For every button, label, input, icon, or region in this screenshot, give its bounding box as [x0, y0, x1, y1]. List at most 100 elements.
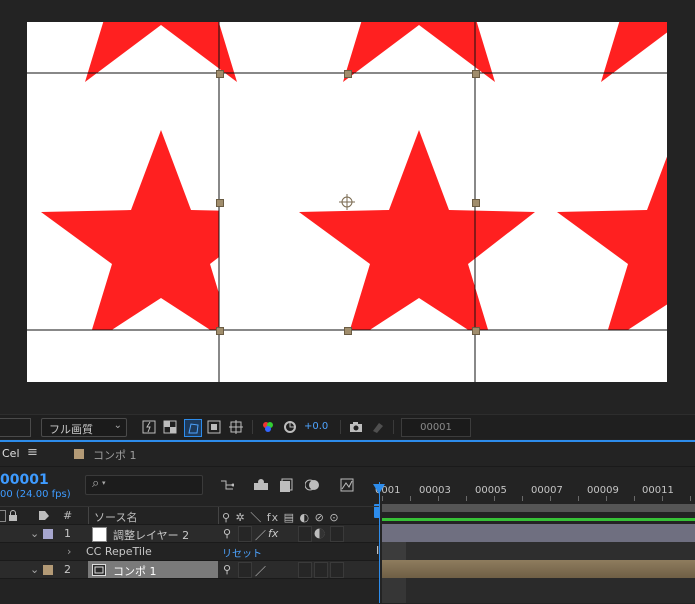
column-divider — [88, 507, 89, 524]
ruler-tick — [438, 496, 439, 501]
label-tag-icon[interactable] — [38, 510, 50, 521]
motion-blur-icon[interactable] — [304, 478, 319, 492]
ruler-tick — [578, 496, 579, 501]
chevron-down-icon: ▾ — [102, 479, 106, 487]
ruler-tick — [410, 496, 411, 501]
layer-column-header: # ソース名 ⚲ ✲ ＼ fx ▤ ◐ ⊘ ⊙ — [0, 506, 380, 524]
search-icon: ⌕ — [92, 476, 100, 491]
expand-chevron-icon[interactable]: ⌄ — [30, 527, 39, 540]
ruler-label: 00007 — [531, 485, 563, 496]
layer-row-1[interactable]: ⌄ 1 調整レイヤー 2 ⚲ ／ fx — [0, 524, 380, 543]
switches-header: ⚲ ✲ ＼ fx ▤ ◐ ⊘ ⊙ — [222, 511, 340, 524]
shy-layers-icon[interactable] — [253, 478, 269, 492]
switch-cell[interactable] — [238, 562, 252, 578]
transparency-grid-icon[interactable] — [162, 419, 178, 435]
transform-handle[interactable] — [216, 70, 224, 78]
adjustment-switch-icon[interactable] — [314, 528, 325, 539]
toolbar-divider — [340, 420, 341, 434]
current-time-display[interactable]: 00001 — [0, 472, 49, 488]
graph-editor-icon[interactable] — [340, 478, 354, 492]
ruler-tick — [634, 496, 635, 501]
transform-handle[interactable] — [472, 70, 480, 78]
empty-track — [382, 578, 695, 603]
star-shape — [299, 130, 535, 346]
ruler-label: 00005 — [475, 485, 507, 496]
frame-rate-display: 00 (24.00 fps) — [0, 489, 71, 500]
composition-viewer[interactable] — [0, 0, 695, 414]
switch-cell[interactable] — [330, 526, 344, 542]
color-channels-icon[interactable] — [260, 419, 276, 435]
playhead-handle[interactable] — [373, 484, 385, 494]
frame-blending-icon[interactable] — [279, 478, 293, 492]
toolbar-divider — [393, 420, 394, 434]
work-area-bar[interactable] — [382, 504, 695, 512]
playhead-line[interactable] — [379, 482, 380, 603]
panel-menu-icon[interactable]: ≡ — [27, 445, 38, 460]
ruler-tick — [494, 496, 495, 501]
comp-icon — [92, 564, 106, 576]
layer-label-color[interactable] — [43, 565, 53, 575]
layer-name[interactable]: コンポ 1 — [113, 563, 157, 579]
transform-handle[interactable] — [216, 199, 224, 207]
transform-handle[interactable] — [472, 327, 480, 335]
panel-tab-label[interactable]: Cel — [2, 447, 20, 460]
shy-switch-icon[interactable]: ⚲ — [223, 527, 231, 540]
comp-color-label — [74, 449, 84, 459]
layer-name[interactable]: 調整レイヤー 2 — [113, 527, 189, 543]
empty-layer-area — [0, 578, 380, 604]
switch-cell[interactable] — [238, 526, 252, 542]
effect-track-segment — [382, 542, 406, 560]
star-shape — [41, 130, 219, 330]
quality-switch-icon[interactable]: ／ — [255, 563, 266, 579]
transform-handle[interactable] — [344, 327, 352, 335]
comp-tab-label[interactable]: コンポ 1 — [93, 447, 137, 463]
layer-duration-bar-green — [382, 518, 695, 521]
composition-canvas[interactable] — [27, 22, 667, 382]
layer-row-2[interactable]: ⌄ 2 コンポ 1 ⚲ ／ — [0, 560, 380, 579]
source-name-header[interactable]: ソース名 — [94, 509, 137, 525]
effect-switch-icon[interactable]: fx — [268, 527, 278, 540]
switch-cell[interactable] — [330, 562, 344, 578]
layer-1-track-bar[interactable] — [382, 524, 695, 542]
ruler-tick — [550, 496, 551, 501]
current-frame-field[interactable]: 00001 — [401, 418, 471, 437]
time-ruler[interactable]: 0001 00003 00005 00007 00009 00011 — [374, 475, 695, 501]
grid-guides-icon[interactable] — [228, 419, 244, 435]
layer-number: 1 — [64, 527, 71, 540]
quality-switch-icon[interactable]: ／ — [255, 527, 266, 543]
timeline-tab-row: Cel ≡ コンポ 1 — [0, 442, 695, 467]
layer-number-header: # — [63, 509, 73, 522]
effect-row[interactable]: › CC RepeTile リセット — [0, 542, 380, 561]
adjustment-layer-icon — [92, 527, 107, 542]
resolution-dropdown[interactable]: フル画質 ⌄ — [41, 418, 127, 437]
fast-preview-icon[interactable] — [141, 419, 157, 435]
magnification-dropdown[interactable] — [0, 418, 31, 437]
switch-cell[interactable] — [298, 562, 312, 578]
expand-chevron-icon[interactable]: › — [67, 545, 71, 558]
effect-reset-link[interactable]: リセット — [222, 545, 262, 560]
transform-handle[interactable] — [472, 199, 480, 207]
mask-visibility-icon[interactable] — [184, 419, 202, 437]
ruler-label: 00003 — [419, 485, 451, 496]
shy-switch-icon[interactable]: ⚲ — [223, 563, 231, 576]
effect-name[interactable]: CC RepeTile — [86, 545, 152, 558]
toolbar-divider — [252, 420, 253, 434]
transform-handle[interactable] — [344, 70, 352, 78]
layer-label-color[interactable] — [43, 529, 53, 539]
visibility-column-icon — [0, 510, 6, 522]
camera-icon[interactable] — [348, 419, 364, 435]
region-of-interest-icon[interactable] — [206, 419, 222, 435]
switch-cell[interactable] — [314, 562, 328, 578]
show-snapshot-icon[interactable] — [370, 419, 386, 435]
layer-search-input[interactable]: ⌕ ▾ — [85, 475, 203, 495]
reset-exposure-icon[interactable] — [282, 419, 298, 435]
empty-track-segment — [382, 578, 406, 603]
anchor-point-icon — [339, 194, 355, 210]
expand-chevron-icon[interactable]: ⌄ — [30, 563, 39, 576]
switch-cell[interactable] — [298, 526, 312, 542]
transform-handle[interactable] — [216, 327, 224, 335]
layer-2-track-bar[interactable] — [382, 560, 695, 578]
exposure-value[interactable]: +0.0 — [304, 421, 328, 432]
comp-flowchart-icon[interactable] — [220, 478, 235, 492]
effect-track — [382, 542, 695, 560]
